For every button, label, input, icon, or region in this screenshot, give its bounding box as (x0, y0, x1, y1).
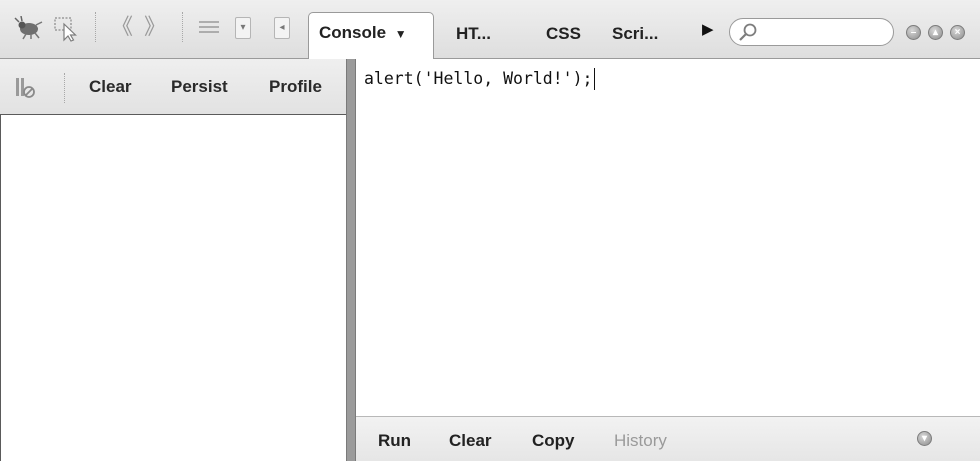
collapse-editor-icon[interactable]: ▾ (917, 431, 932, 446)
search-icon (738, 22, 758, 47)
tab-script-label: Scri... (612, 24, 659, 43)
more-tabs-icon[interactable]: ▶ (702, 20, 714, 38)
persist-button[interactable]: Persist (171, 77, 228, 97)
toolbar-separator (64, 73, 65, 103)
list-menu-icon[interactable] (198, 19, 220, 37)
command-editor[interactable]: alert('Hello, World!'); (356, 59, 980, 416)
search-input[interactable] (729, 18, 894, 46)
firebug-window: 《 》 ▾ ◂ Console ▼ HT... CSS Scri... ▶ – … (0, 0, 980, 461)
command-editor-code: alert('Hello, World!'); (364, 68, 596, 90)
tab-css[interactable]: CSS (546, 14, 581, 58)
clear-log-icon[interactable] (14, 76, 36, 100)
toolbar-separator (182, 12, 183, 42)
clear-editor-button[interactable]: Clear (449, 431, 492, 451)
forward-icon[interactable]: 》 (144, 16, 166, 38)
toolbar-separator (95, 12, 96, 42)
minimize-icon[interactable]: – (906, 25, 921, 40)
log-toolbar: Clear Persist Profile (0, 59, 346, 115)
toolbar-dropdown-button[interactable]: ▾ (235, 17, 251, 39)
run-button[interactable]: Run (378, 431, 411, 451)
panel-splitter[interactable] (346, 59, 356, 461)
back-icon[interactable]: 《 (111, 16, 133, 38)
close-icon[interactable]: × (950, 25, 965, 40)
profile-button[interactable]: Profile (269, 77, 322, 97)
tab-console-label: Console (319, 23, 387, 42)
history-button[interactable]: History (614, 431, 667, 451)
tab-script[interactable]: Scri... (612, 14, 658, 58)
firebug-bug-icon[interactable] (14, 15, 44, 40)
main-toolbar: 《 》 ▾ ◂ Console ▼ HT... CSS Scri... ▶ – … (0, 0, 980, 60)
console-log-area[interactable] (0, 115, 346, 461)
copy-button[interactable]: Copy (532, 431, 575, 451)
tabs-scroll-left-button[interactable]: ◂ (274, 17, 290, 39)
chevron-down-icon: ▼ (394, 27, 407, 41)
tab-css-label: CSS (546, 24, 581, 43)
inspect-element-icon[interactable] (54, 16, 82, 42)
tab-console[interactable]: Console ▼ (308, 12, 434, 60)
tab-html[interactable]: HT... (456, 14, 491, 58)
tab-html-label: HT... (456, 24, 491, 43)
clear-button[interactable]: Clear (89, 77, 132, 97)
command-editor-toolbar: Run Clear Copy History ▾ (356, 416, 980, 461)
detach-icon[interactable]: ▴ (928, 25, 943, 40)
